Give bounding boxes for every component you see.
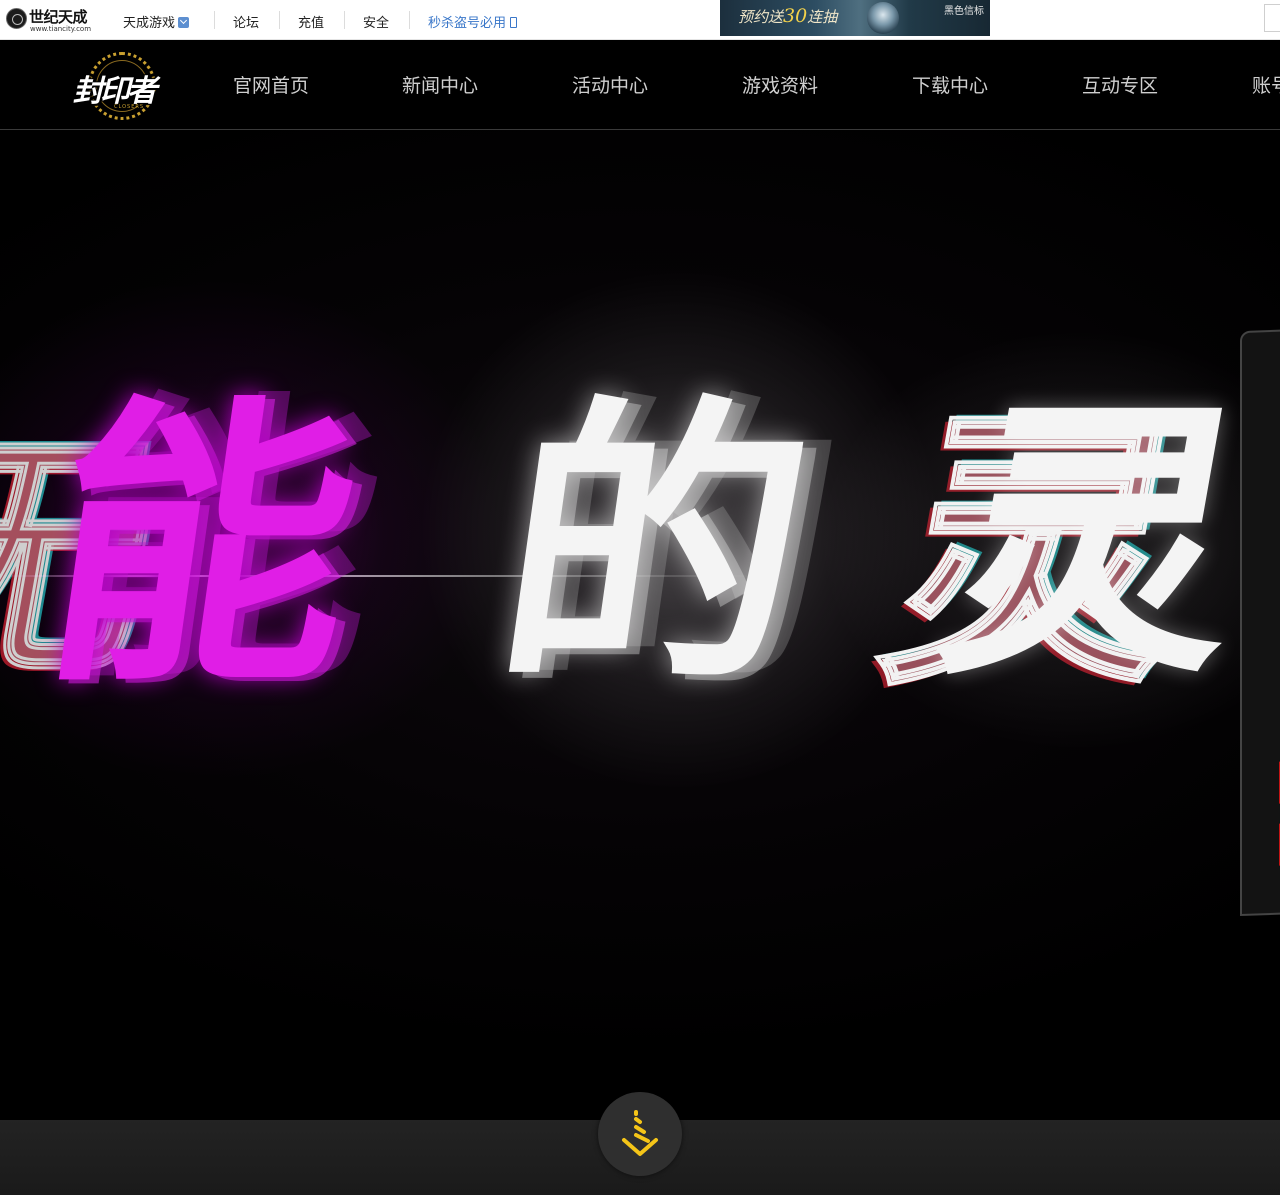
logo-subtext: CLOSERS <box>114 104 145 110</box>
brand-name: 世纪天成 <box>29 8 88 26</box>
tiancity-seal-icon <box>6 8 27 29</box>
recharge-link[interactable]: 充值 <box>298 12 324 31</box>
hero-char-ling: 灵 <box>920 376 1270 713</box>
chevron-down-icon <box>178 17 190 28</box>
ad-text-suffix: 连抽 <box>807 8 838 26</box>
nav-game-info[interactable]: 游戏资料 <box>742 71 818 98</box>
ad-text-number: 30 <box>783 5 808 27</box>
brand-url: www.tiancity.com <box>30 25 92 33</box>
games-dropdown[interactable]: 天成游戏 <box>123 12 190 31</box>
hero-char-de: 的 <box>480 373 830 722</box>
divider <box>279 11 280 29</box>
forum-link[interactable]: 论坛 <box>233 12 259 31</box>
nav-events[interactable]: 活动中心 <box>572 71 648 98</box>
main-navigation: 封印者 CLOSERS 官网首页 新闻中心 活动中心 游戏资料 下载中心 互动专… <box>0 40 1280 130</box>
games-link-label: 天成游戏 <box>123 16 176 31</box>
scroll-down-button[interactable] <box>598 1092 682 1176</box>
hero-char-neng: 能 <box>27 373 377 722</box>
nav-account[interactable]: 账号 <box>1252 71 1280 98</box>
ad-banner[interactable]: 预约送30连抽 黑色信标 <box>720 0 990 36</box>
closers-logo[interactable]: 封印者 CLOSERS <box>70 48 178 122</box>
ad-text-prefix: 预约送 <box>738 8 784 26</box>
side-float-panel[interactable] <box>1240 328 1280 917</box>
nav-download[interactable]: 下载中心 <box>912 71 988 98</box>
nav-home[interactable]: 官网首页 <box>233 71 309 98</box>
tiancity-logo[interactable]: 世纪天成 www.tiancity.com <box>6 6 102 34</box>
phone-icon <box>510 17 518 28</box>
anti-theft-label: 秒杀盗号必用 <box>428 16 507 31</box>
anti-theft-link[interactable]: 秒杀盗号必用 <box>428 12 518 31</box>
top-utility-bar: 世纪天成 www.tiancity.com 天成游戏 论坛 充值 安全 秒杀盗号… <box>0 0 1280 40</box>
divider <box>409 11 410 29</box>
nav-news[interactable]: 新闻中心 <box>402 71 478 98</box>
divider <box>214 11 215 29</box>
divider <box>344 11 345 29</box>
ad-character-image <box>867 2 899 34</box>
hero-banner: 无 能 的 灵 灵 <box>0 130 1280 1120</box>
ad-game-tag: 黑色信标 <box>944 6 984 17</box>
nav-community[interactable]: 互动专区 <box>1082 71 1158 98</box>
ad-headline: 预约送30连抽 <box>738 5 837 27</box>
security-link[interactable]: 安全 <box>363 12 389 31</box>
scroll-down-arrow-icon <box>622 1110 658 1156</box>
login-box-edge[interactable] <box>1264 4 1280 32</box>
